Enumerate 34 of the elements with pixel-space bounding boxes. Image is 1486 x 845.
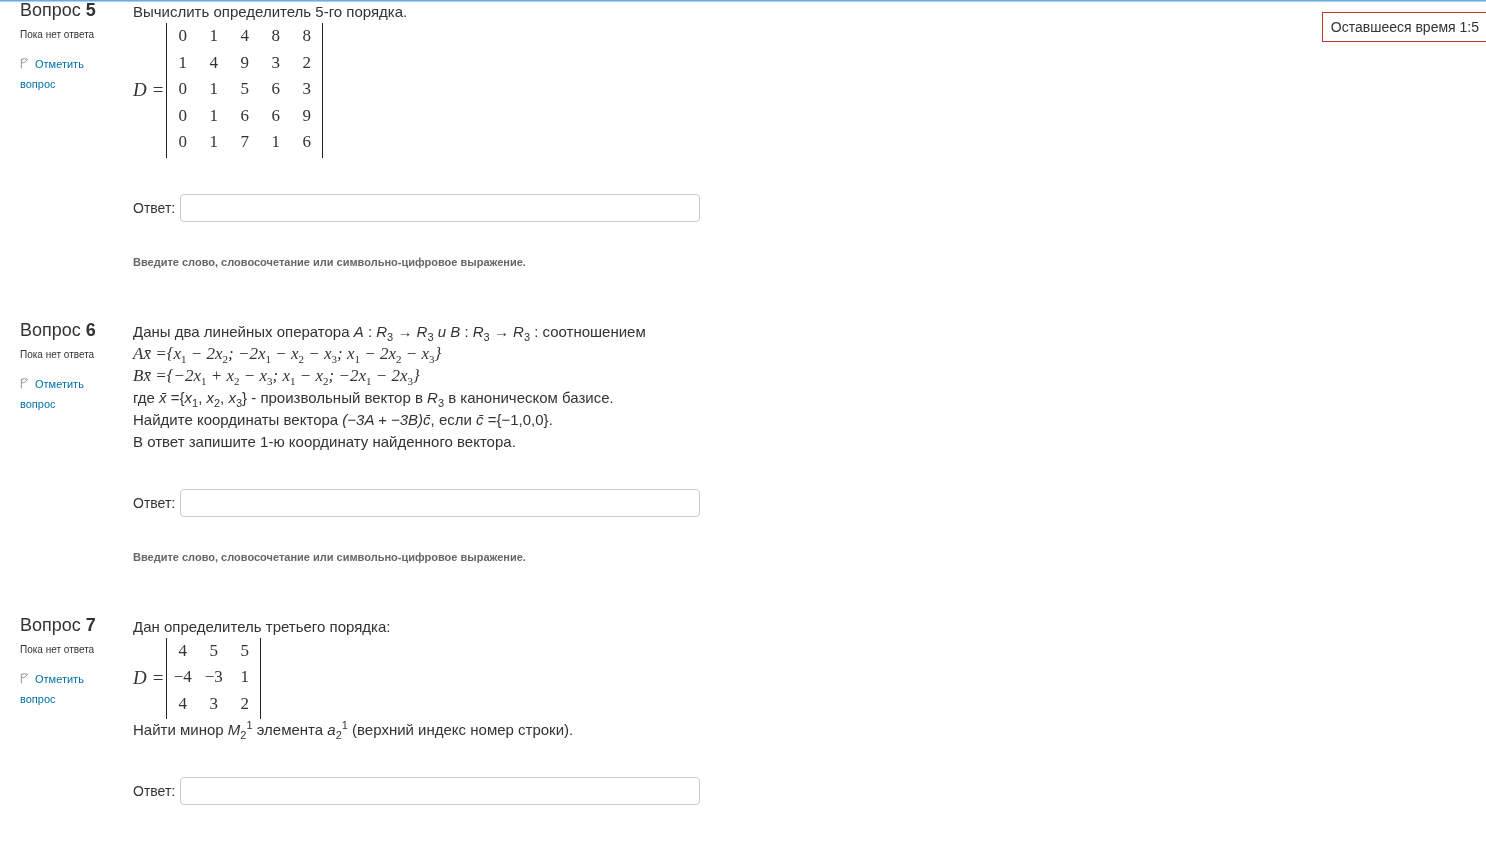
answer-label: Ответ: bbox=[133, 783, 176, 799]
question-number: Вопрос 6 bbox=[20, 319, 97, 340]
formula-label: D = bbox=[133, 667, 165, 690]
flag-icon bbox=[20, 377, 29, 389]
formula: Ax̄ ={x$_{1}$ − 2x$_{2}$; −2x$_{1}$ − x$_{2}$ − x$_{3}$; x$_{1}$ − 2x$_{2}$ − x$_{3}$} bbox=[133, 342, 443, 365]
question-text: Найдите координаты вектора (−3A + −3B)c̄, если c̄ ={−1,0,0}. bbox=[133, 409, 554, 430]
question-number: Вопрос 7 bbox=[20, 614, 97, 635]
answer-field[interactable] bbox=[180, 193, 701, 222]
answer-field[interactable] bbox=[180, 488, 701, 517]
answer-status: Пока нет ответа bbox=[20, 28, 96, 42]
flag-question-link[interactable]: Отметить вопрос bbox=[20, 373, 95, 414]
question-text: Даны два линейных оператора A : R$_{3}$ → R$_{3}$ и B : R$_{3}$ → R$_{3}$ : соотношением bbox=[133, 321, 647, 343]
formula-label: D = bbox=[133, 79, 165, 102]
flag-question-link[interactable]: Отметить вопрос bbox=[20, 54, 95, 94]
question-text: В ответ запишите 1-ю координату найденного вектора. bbox=[133, 431, 517, 452]
question-text: где x̄ ={x$_{1}$, x$_{2}$, x$_{3}$} - произвольный вектор в R$_{3}$ в каноническом базисе. bbox=[133, 387, 615, 409]
flag-icon bbox=[20, 672, 29, 684]
answer-label: Ответ: bbox=[133, 494, 176, 511]
answer-label: Ответ: bbox=[133, 199, 176, 216]
question-text: Вычислить определитель 5-го порядка. bbox=[133, 2, 409, 22]
formula: Bx̄ ={−2x$_{1}$ + x$_{2}$ − x$_{3}$; x$_{1}$ − x$_{2}$; −2x$_{1}$ − 2x$_{3}$} bbox=[133, 364, 421, 387]
question-number: Вопрос 5 bbox=[20, 0, 97, 20]
question-text: Найти минор M$_{2}$$^{1}$ элемента a$_{2}$$^{1}$ (верхний индекс номер строки). bbox=[133, 719, 575, 741]
answer-field[interactable] bbox=[180, 777, 701, 805]
determinant-matrix: 0 1 4 8 8 1 4 9 3 2 0 1 5 6 3 0 1 6 6 9 0 1 7 1 6 bbox=[166, 23, 324, 158]
answer-status: Пока нет ответа bbox=[20, 642, 96, 657]
answer-hint: Введите слово, словосочетание или символьно-цифровое выражение. bbox=[133, 255, 527, 268]
question-text: Дан определитель третьего порядка: bbox=[133, 616, 392, 637]
determinant-matrix: 4 5 5 −4 −3 1 4 3 2 bbox=[166, 637, 262, 719]
time-remaining-box: Оставшееся время 1:5 bbox=[1321, 12, 1486, 42]
flag-icon bbox=[20, 58, 29, 69]
answer-status: Пока нет ответа bbox=[20, 347, 96, 362]
answer-hint: Введите слово, словосочетание или символьно-цифровое выражение. bbox=[133, 550, 527, 563]
flag-question-link[interactable]: Отметить вопрос bbox=[20, 668, 95, 709]
